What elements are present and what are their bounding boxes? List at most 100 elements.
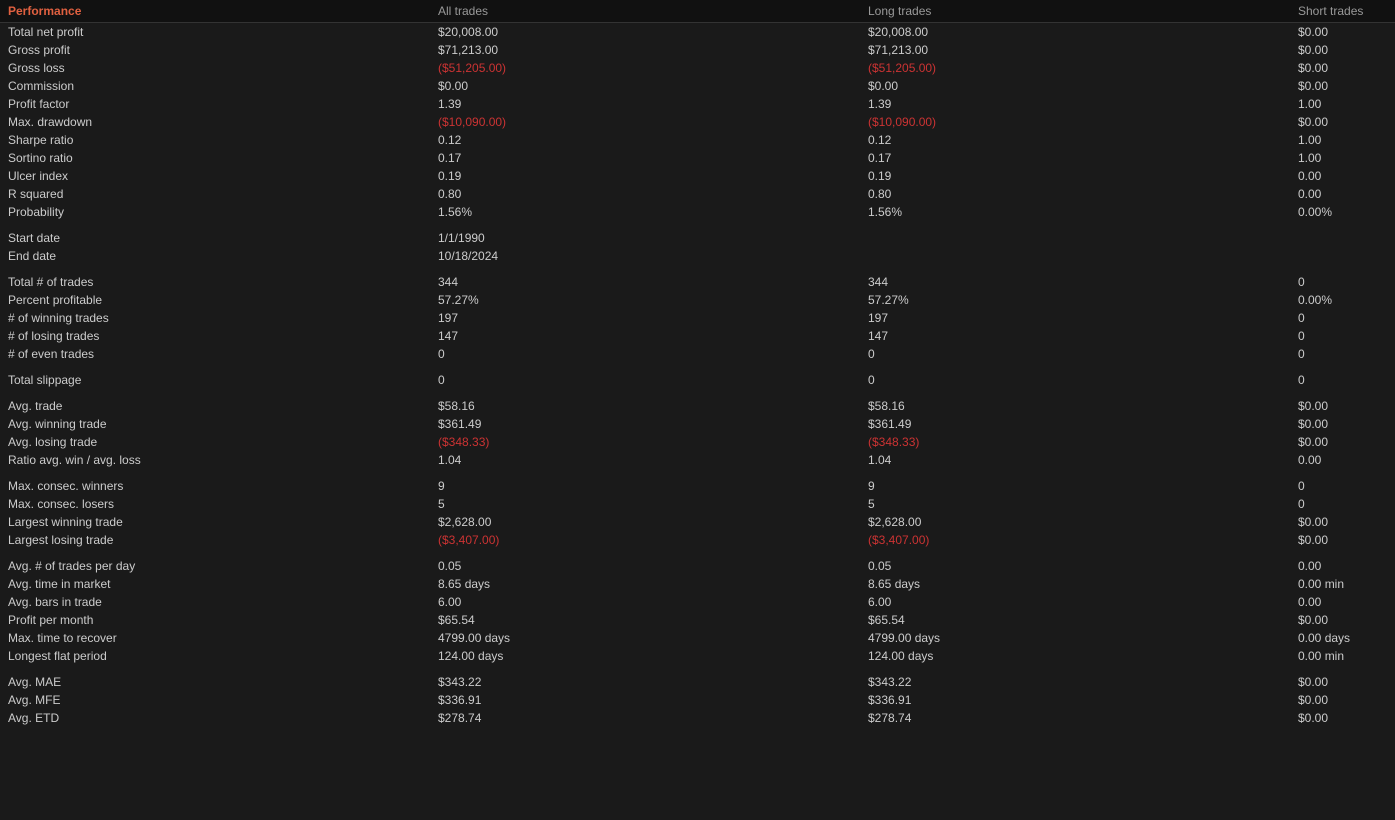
table-row: Avg. bars in trade6.006.000.00 xyxy=(0,593,1395,611)
short-trades-value: 0.00 xyxy=(1290,557,1395,575)
row-label: Avg. winning trade xyxy=(0,415,430,433)
short-trades-value: 1.00 xyxy=(1290,149,1395,167)
table-row: Largest losing trade($3,407.00)($3,407.0… xyxy=(0,531,1395,549)
long-trades-value: $0.00 xyxy=(860,77,1290,95)
table-row: Commission$0.00$0.00$0.00 xyxy=(0,77,1395,95)
all-trades-value: ($10,090.00) xyxy=(430,113,860,131)
short-trades-value: $0.00 xyxy=(1290,673,1395,691)
row-label: Max. drawdown xyxy=(0,113,430,131)
all-trades-value: 0.05 xyxy=(430,557,860,575)
all-trades-value: 1.39 xyxy=(430,95,860,113)
all-trades-value: $71,213.00 xyxy=(430,41,860,59)
all-trades-value: 0.17 xyxy=(430,149,860,167)
all-trades-value: 1.56% xyxy=(430,203,860,221)
all-trades-value: 0.19 xyxy=(430,167,860,185)
short-trades-value: 0 xyxy=(1290,345,1395,363)
table-row: End date10/18/2024 xyxy=(0,247,1395,265)
row-label: R squared xyxy=(0,185,430,203)
long-trades-value: 344 xyxy=(860,273,1290,291)
header-long-trades: Long trades xyxy=(860,0,1290,23)
long-trades-value: 1.04 xyxy=(860,451,1290,469)
table-row: Max. time to recover4799.00 days4799.00 … xyxy=(0,629,1395,647)
spacer-row xyxy=(0,389,1395,397)
all-trades-value: $20,008.00 xyxy=(430,23,860,42)
table-row: Avg. losing trade($348.33)($348.33)$0.00 xyxy=(0,433,1395,451)
row-label: Avg. losing trade xyxy=(0,433,430,451)
long-trades-value: 1.39 xyxy=(860,95,1290,113)
long-trades-value: $336.91 xyxy=(860,691,1290,709)
table-row: Avg. time in market8.65 days8.65 days0.0… xyxy=(0,575,1395,593)
short-trades-value: 0.00 xyxy=(1290,593,1395,611)
long-trades-value: 6.00 xyxy=(860,593,1290,611)
row-label: Total # of trades xyxy=(0,273,430,291)
row-label: Max. consec. winners xyxy=(0,477,430,495)
long-trades-value xyxy=(860,247,1290,265)
all-trades-value: 10/18/2024 xyxy=(430,247,860,265)
table-row: Sortino ratio0.170.171.00 xyxy=(0,149,1395,167)
table-row: Ulcer index0.190.190.00 xyxy=(0,167,1395,185)
short-trades-value xyxy=(1290,247,1395,265)
long-trades-value: 0 xyxy=(860,371,1290,389)
short-trades-value: 0.00 xyxy=(1290,451,1395,469)
short-trades-value: 0 xyxy=(1290,371,1395,389)
row-label: # of even trades xyxy=(0,345,430,363)
row-label: Avg. MFE xyxy=(0,691,430,709)
short-trades-value: 0 xyxy=(1290,477,1395,495)
row-label: Avg. time in market xyxy=(0,575,430,593)
long-trades-value: 197 xyxy=(860,309,1290,327)
all-trades-value: 0.80 xyxy=(430,185,860,203)
row-label: Ratio avg. win / avg. loss xyxy=(0,451,430,469)
table-row: Profit factor1.391.391.00 xyxy=(0,95,1395,113)
short-trades-value: 0.00 xyxy=(1290,167,1395,185)
table-header: Performance All trades Long trades Short… xyxy=(0,0,1395,23)
table-row: Start date1/1/1990 xyxy=(0,229,1395,247)
row-label: Profit per month xyxy=(0,611,430,629)
row-label: Longest flat period xyxy=(0,647,430,665)
table-row: Avg. winning trade$361.49$361.49$0.00 xyxy=(0,415,1395,433)
short-trades-value: 0 xyxy=(1290,273,1395,291)
short-trades-value: 0 xyxy=(1290,327,1395,345)
short-trades-value: $0.00 xyxy=(1290,611,1395,629)
table-row: Total # of trades3443440 xyxy=(0,273,1395,291)
all-trades-value: 57.27% xyxy=(430,291,860,309)
table-row: Profit per month$65.54$65.54$0.00 xyxy=(0,611,1395,629)
short-trades-value: 0.00% xyxy=(1290,203,1395,221)
row-label: # of losing trades xyxy=(0,327,430,345)
long-trades-value: 0.05 xyxy=(860,557,1290,575)
all-trades-value: $58.16 xyxy=(430,397,860,415)
all-trades-value: $361.49 xyxy=(430,415,860,433)
all-trades-value: 5 xyxy=(430,495,860,513)
short-trades-value: 0.00 min xyxy=(1290,575,1395,593)
table-row: Sharpe ratio0.120.121.00 xyxy=(0,131,1395,149)
long-trades-value: $278.74 xyxy=(860,709,1290,727)
short-trades-value: 0.00 xyxy=(1290,185,1395,203)
long-trades-value: 0 xyxy=(860,345,1290,363)
short-trades-value: $0.00 xyxy=(1290,41,1395,59)
all-trades-value: 147 xyxy=(430,327,860,345)
long-trades-value: 147 xyxy=(860,327,1290,345)
long-trades-value: 4799.00 days xyxy=(860,629,1290,647)
long-trades-value: 0.17 xyxy=(860,149,1290,167)
long-trades-value: 8.65 days xyxy=(860,575,1290,593)
row-label: End date xyxy=(0,247,430,265)
short-trades-value: $0.00 xyxy=(1290,433,1395,451)
long-trades-value: 0.19 xyxy=(860,167,1290,185)
row-label: # of winning trades xyxy=(0,309,430,327)
long-trades-value: 9 xyxy=(860,477,1290,495)
all-trades-value: 0 xyxy=(430,371,860,389)
all-trades-value: ($51,205.00) xyxy=(430,59,860,77)
row-label: Avg. trade xyxy=(0,397,430,415)
row-label: Commission xyxy=(0,77,430,95)
all-trades-value: 124.00 days xyxy=(430,647,860,665)
table-row: Gross loss($51,205.00)($51,205.00)$0.00 xyxy=(0,59,1395,77)
long-trades-value xyxy=(860,229,1290,247)
row-label: Gross loss xyxy=(0,59,430,77)
all-trades-value: $0.00 xyxy=(430,77,860,95)
all-trades-value: 6.00 xyxy=(430,593,860,611)
row-label: Total slippage xyxy=(0,371,430,389)
long-trades-value: 0.12 xyxy=(860,131,1290,149)
short-trades-value: $0.00 xyxy=(1290,513,1395,531)
short-trades-value: 0.00% xyxy=(1290,291,1395,309)
table-row: Max. consec. losers550 xyxy=(0,495,1395,513)
row-label: Largest winning trade xyxy=(0,513,430,531)
